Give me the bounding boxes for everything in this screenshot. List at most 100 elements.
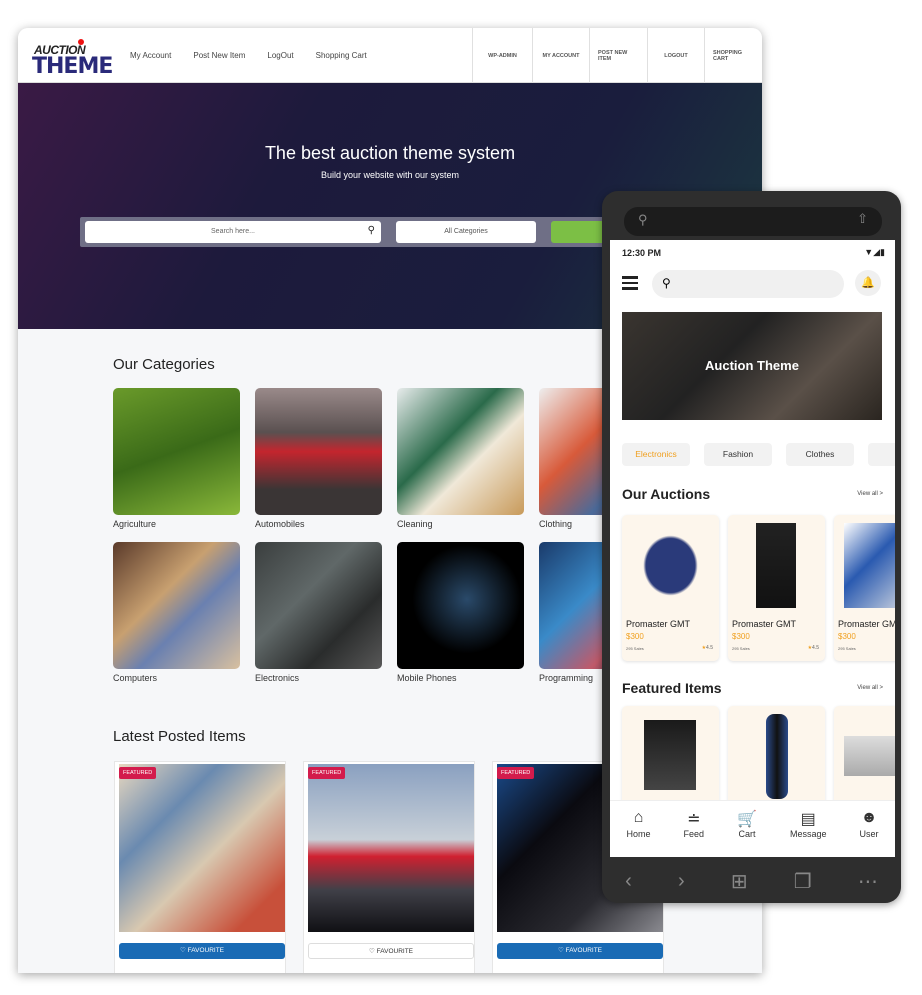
tabs-icon[interactable]: ❐ bbox=[794, 869, 812, 894]
favourite-button[interactable]: ♡ FAVOURITE bbox=[308, 943, 474, 959]
secondary-nav: WP-ADMIN MY ACCOUNT POST NEW ITEM LOGOUT… bbox=[472, 28, 762, 83]
nav2-logout[interactable]: LOGOUT bbox=[647, 28, 704, 83]
nav2-post-new-item[interactable]: POST NEW ITEM bbox=[589, 28, 647, 83]
nav2-my-account[interactable]: MY ACCOUNT bbox=[532, 28, 589, 83]
mobile-screen: 12:30 PM ▼◢▮ ⚲ 🔔 Auction Theme Electroni… bbox=[610, 240, 895, 857]
search-icon: ⚲ bbox=[662, 276, 671, 290]
featured-badge: FEATURED bbox=[119, 767, 157, 779]
auction-card[interactable]: Promaster GMT $300 295 Sales bbox=[834, 515, 895, 661]
category-image bbox=[113, 388, 240, 515]
search-placeholder: Search here... bbox=[211, 228, 255, 235]
tab-cart[interactable]: 🛒 Cart bbox=[737, 801, 757, 857]
chip-fashion[interactable]: Fashion bbox=[704, 443, 772, 466]
status-icons: ▼◢▮ bbox=[864, 247, 885, 257]
category-automobiles[interactable]: Automobiles bbox=[255, 388, 382, 529]
chip-clothes[interactable]: Clothes bbox=[786, 443, 854, 466]
user-icon: ☻ bbox=[860, 809, 878, 826]
feed-icon: ≐ bbox=[687, 811, 701, 828]
auction-card[interactable]: Promaster GMT $300 295 Sales ★4.5 bbox=[622, 515, 719, 661]
primary-nav: My Account Post New Item LogOut Shopping… bbox=[130, 51, 367, 60]
tab-message[interactable]: ▤ Message bbox=[790, 801, 827, 857]
favourite-button[interactable]: ♡ FAVOURITE bbox=[119, 943, 285, 959]
mobile-device: ⚲ ⇧ 12:30 PM ▼◢▮ ⚲ 🔔 Auction Theme Elect… bbox=[602, 191, 901, 903]
auction-sales: 295 Sales bbox=[732, 646, 750, 651]
menu-icon[interactable] bbox=[622, 276, 638, 290]
category-image bbox=[397, 542, 524, 669]
auction-rating: ★4.5 bbox=[807, 645, 819, 651]
hero-subtitle: Build your website with our system bbox=[320, 170, 460, 180]
item-card[interactable]: FEATURED ♡ FAVOURITE bbox=[114, 761, 286, 973]
back-icon[interactable]: ‹ bbox=[625, 870, 632, 893]
tab-home[interactable]: ⌂ Home bbox=[627, 801, 651, 857]
auctions-view-all[interactable]: View all > bbox=[857, 491, 883, 497]
auction-price: $300 bbox=[626, 632, 644, 641]
home-icon: ⌂ bbox=[633, 809, 644, 826]
site-logo[interactable]: AUCTION THEME bbox=[32, 35, 113, 79]
item-card[interactable]: FEATURED ♡ FAVOURITE bbox=[303, 761, 475, 973]
auction-sales: 295 Sales bbox=[838, 646, 856, 651]
featured-view-all[interactable]: View all > bbox=[857, 685, 883, 691]
logo-line2: THEME bbox=[32, 54, 113, 79]
category-label: Automobiles bbox=[255, 519, 305, 529]
heart-icon: ♡ bbox=[180, 947, 186, 954]
mobile-search-input[interactable]: ⚲ bbox=[652, 270, 844, 298]
category-electronics[interactable]: Electronics bbox=[255, 542, 382, 683]
featured-badge: FEATURED bbox=[497, 767, 535, 779]
speaker-image bbox=[756, 523, 796, 608]
featured-title: Featured Items bbox=[622, 680, 722, 696]
item-image bbox=[119, 764, 285, 932]
cart-icon: 🛒 bbox=[737, 811, 757, 828]
nav2-shopping-cart[interactable]: SHOPPING CART bbox=[704, 28, 762, 83]
notification-bell-icon[interactable]: 🔔 bbox=[855, 270, 881, 296]
favourite-label: FAVOURITE bbox=[187, 947, 224, 954]
auction-sales: 295 Sales bbox=[626, 646, 644, 651]
nav-post-new-item[interactable]: Post New Item bbox=[193, 51, 245, 60]
browser-address-bar[interactable]: ⚲ ⇧ bbox=[624, 207, 882, 236]
favourite-button[interactable]: ♡ FAVOURITE bbox=[497, 943, 663, 959]
category-select[interactable]: All Categories bbox=[396, 221, 536, 243]
tab-feed[interactable]: ≐ Feed bbox=[684, 801, 705, 857]
auction-price: $300 bbox=[838, 632, 856, 641]
headphones-image bbox=[632, 523, 709, 608]
toaster-oven-image bbox=[844, 736, 895, 776]
auction-name: Promaster GMT bbox=[732, 619, 797, 629]
nav2-wp-admin[interactable]: WP-ADMIN bbox=[472, 28, 532, 83]
search-icon[interactable]: ⚲ bbox=[368, 225, 375, 236]
mobile-banner[interactable]: Auction Theme bbox=[622, 312, 882, 420]
category-label: Electronics bbox=[255, 673, 300, 683]
nav-shopping-cart[interactable]: Shopping Cart bbox=[316, 51, 367, 60]
search-input[interactable]: Search here... ⚲ bbox=[85, 221, 381, 243]
hero-title: The best auction theme system bbox=[264, 143, 516, 163]
browser-search-icon: ⚲ bbox=[638, 212, 648, 227]
latest-items-title: Latest Posted Items bbox=[113, 728, 246, 745]
tab-user[interactable]: ☻ User bbox=[859, 801, 878, 857]
category-label: Cleaning bbox=[397, 519, 433, 529]
chip-more[interactable]: S bbox=[868, 443, 895, 466]
auction-name: Promaster GMT bbox=[838, 619, 895, 629]
more-icon[interactable]: ⋯ bbox=[858, 869, 878, 894]
auction-rating: ★4.5 bbox=[701, 645, 713, 651]
new-tab-icon[interactable]: ⊞ bbox=[731, 869, 748, 894]
share-icon[interactable]: ⇧ bbox=[857, 211, 868, 227]
nav-my-account[interactable]: My Account bbox=[130, 51, 171, 60]
iron-image bbox=[844, 523, 895, 608]
heart-icon: ♡ bbox=[369, 948, 375, 955]
nav-logout[interactable]: LogOut bbox=[267, 51, 293, 60]
category-computers[interactable]: Computers bbox=[113, 542, 240, 683]
category-mobile-phones[interactable]: Mobile Phones bbox=[397, 542, 524, 683]
categories-title: Our Categories bbox=[113, 356, 215, 373]
category-image bbox=[255, 388, 382, 515]
category-cleaning[interactable]: Cleaning bbox=[397, 388, 524, 529]
chip-electronics[interactable]: Electronics bbox=[622, 443, 690, 466]
auction-name: Promaster GMT bbox=[626, 619, 691, 629]
category-agriculture[interactable]: Agriculture bbox=[113, 388, 240, 529]
category-image bbox=[113, 542, 240, 669]
auctions-title: Our Auctions bbox=[622, 486, 711, 502]
item-image bbox=[308, 764, 474, 932]
category-image bbox=[255, 542, 382, 669]
auction-price: $300 bbox=[732, 632, 750, 641]
forward-icon[interactable]: › bbox=[678, 870, 685, 893]
featured-badge: FEATURED bbox=[308, 767, 346, 779]
auction-card[interactable]: Promaster GMT $300 295 Sales ★4.5 bbox=[728, 515, 825, 661]
status-time: 12:30 PM bbox=[622, 248, 662, 258]
